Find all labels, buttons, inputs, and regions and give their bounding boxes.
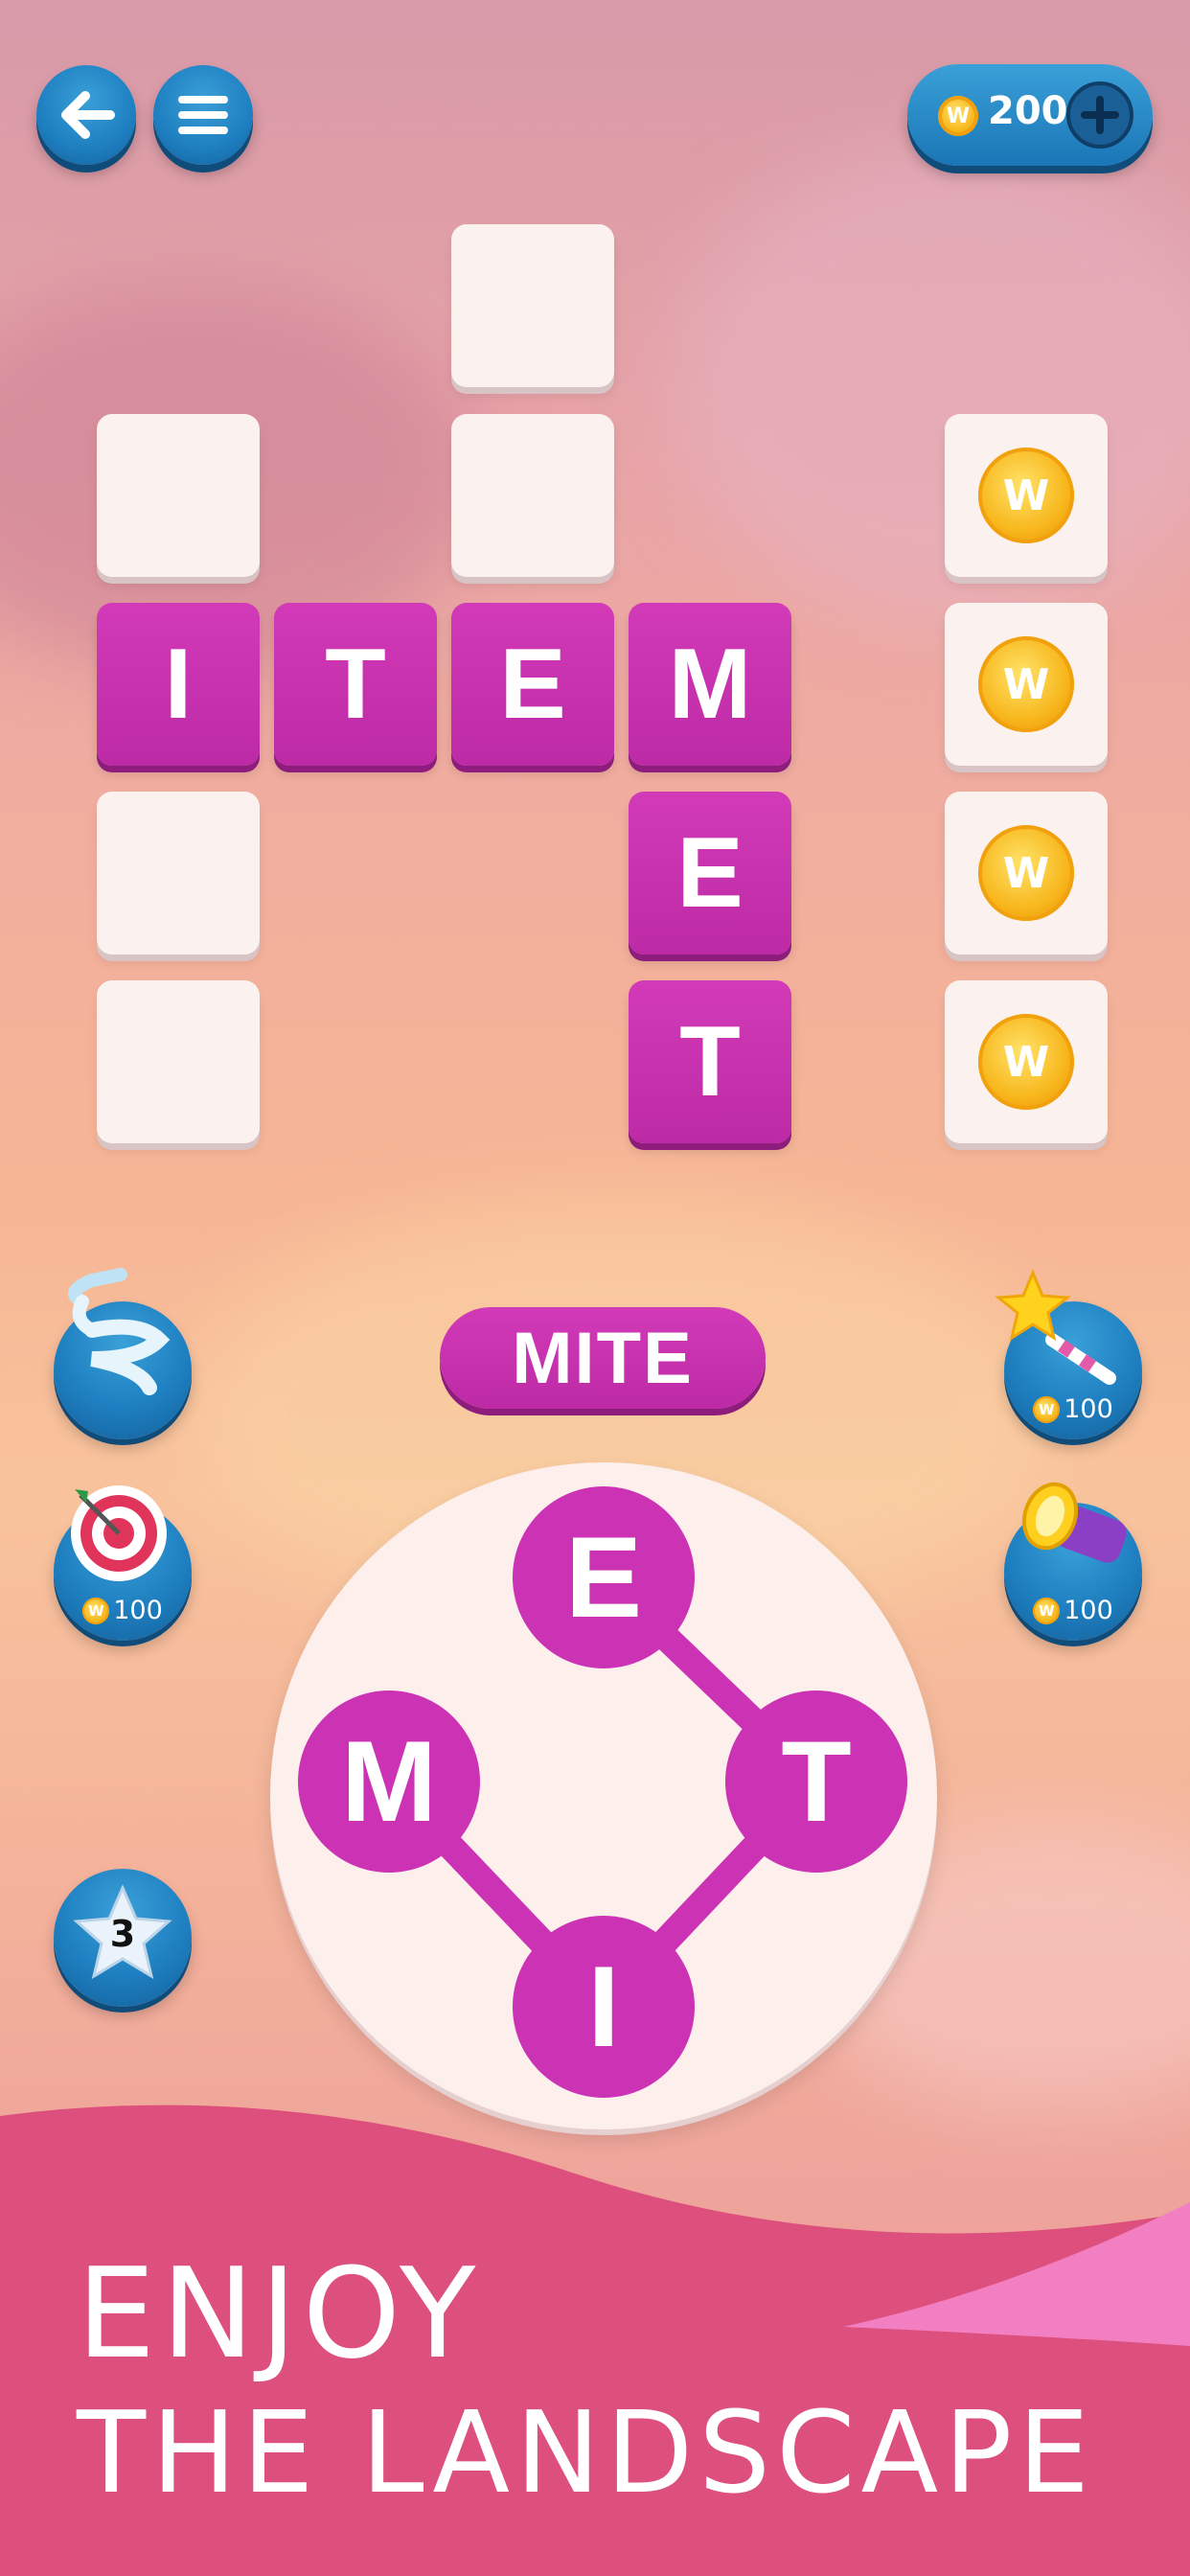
back-button[interactable] bbox=[36, 65, 136, 165]
promo-title-line1: ENJOY bbox=[77, 2241, 482, 2386]
cost-value: 100 bbox=[1064, 1596, 1113, 1625]
coin-icon: W bbox=[978, 1014, 1074, 1110]
wheel-letter[interactable]: E bbox=[513, 1486, 695, 1668]
empty-tile bbox=[97, 980, 260, 1143]
plus-icon bbox=[1081, 96, 1119, 134]
coin-balance[interactable]: W 200 bbox=[907, 64, 1153, 166]
letter-wheel[interactable]: E M T I bbox=[270, 1462, 937, 2129]
sky-cloud bbox=[671, 144, 1190, 623]
coin-icon: W bbox=[1033, 1597, 1061, 1624]
bonus-coin-tile: W bbox=[945, 792, 1108, 954]
add-coins-button[interactable] bbox=[1066, 81, 1133, 149]
letter-tile: I bbox=[97, 603, 260, 766]
coin-icon: W bbox=[978, 448, 1074, 543]
coin-icon: W bbox=[978, 636, 1074, 732]
cost-value: 100 bbox=[113, 1596, 163, 1625]
powerup-cost: W 100 bbox=[1004, 1596, 1142, 1625]
flashlight-icon bbox=[1021, 1482, 1127, 1563]
empty-tile bbox=[97, 414, 260, 577]
target-hint-button[interactable]: W 100 bbox=[54, 1485, 192, 1641]
wheel-letter[interactable]: M bbox=[298, 1690, 480, 1873]
hamburger-menu-icon bbox=[178, 96, 228, 134]
target-icon bbox=[71, 1485, 167, 1581]
bonus-coin-tile: W bbox=[945, 603, 1108, 766]
stars-counter[interactable]: 3 bbox=[54, 1869, 192, 2007]
powerup-cost: W 100 bbox=[54, 1596, 192, 1625]
wheel-letter[interactable]: I bbox=[513, 1916, 695, 2098]
stars-count: 3 bbox=[109, 1913, 136, 1955]
coin-count: 200 bbox=[988, 89, 1068, 133]
letter-tile: E bbox=[629, 792, 791, 954]
empty-tile bbox=[451, 414, 614, 577]
shuffle-icon bbox=[68, 1268, 171, 1395]
wheel-letter[interactable]: T bbox=[725, 1690, 907, 1873]
bonus-coin-tile: W bbox=[945, 414, 1108, 577]
empty-tile bbox=[97, 792, 260, 954]
letter-tile: E bbox=[451, 603, 614, 766]
coin-icon: W bbox=[1033, 1395, 1061, 1423]
arrow-left-icon bbox=[61, 91, 115, 139]
cost-value: 100 bbox=[1064, 1394, 1113, 1424]
empty-tile bbox=[451, 224, 614, 387]
menu-button[interactable] bbox=[153, 65, 253, 165]
coin-icon: W bbox=[938, 96, 978, 136]
current-word-preview: MITE bbox=[440, 1307, 766, 1409]
powerup-cost: W 100 bbox=[1004, 1394, 1142, 1424]
promo-title-line2: THE LANDSCAPE bbox=[77, 2386, 1095, 2518]
coin-icon: W bbox=[82, 1597, 110, 1624]
letter-tile: M bbox=[629, 603, 791, 766]
bonus-coin-tile: W bbox=[945, 980, 1108, 1143]
shuffle-button[interactable] bbox=[54, 1268, 192, 1439]
magic-wand-icon bbox=[995, 1269, 1116, 1385]
letter-tile: T bbox=[274, 603, 437, 766]
magic-wand-button[interactable]: W 100 bbox=[995, 1269, 1142, 1439]
flashlight-button[interactable]: W 100 bbox=[1004, 1482, 1142, 1641]
letter-tile: T bbox=[629, 980, 791, 1143]
coin-icon: W bbox=[978, 825, 1074, 921]
